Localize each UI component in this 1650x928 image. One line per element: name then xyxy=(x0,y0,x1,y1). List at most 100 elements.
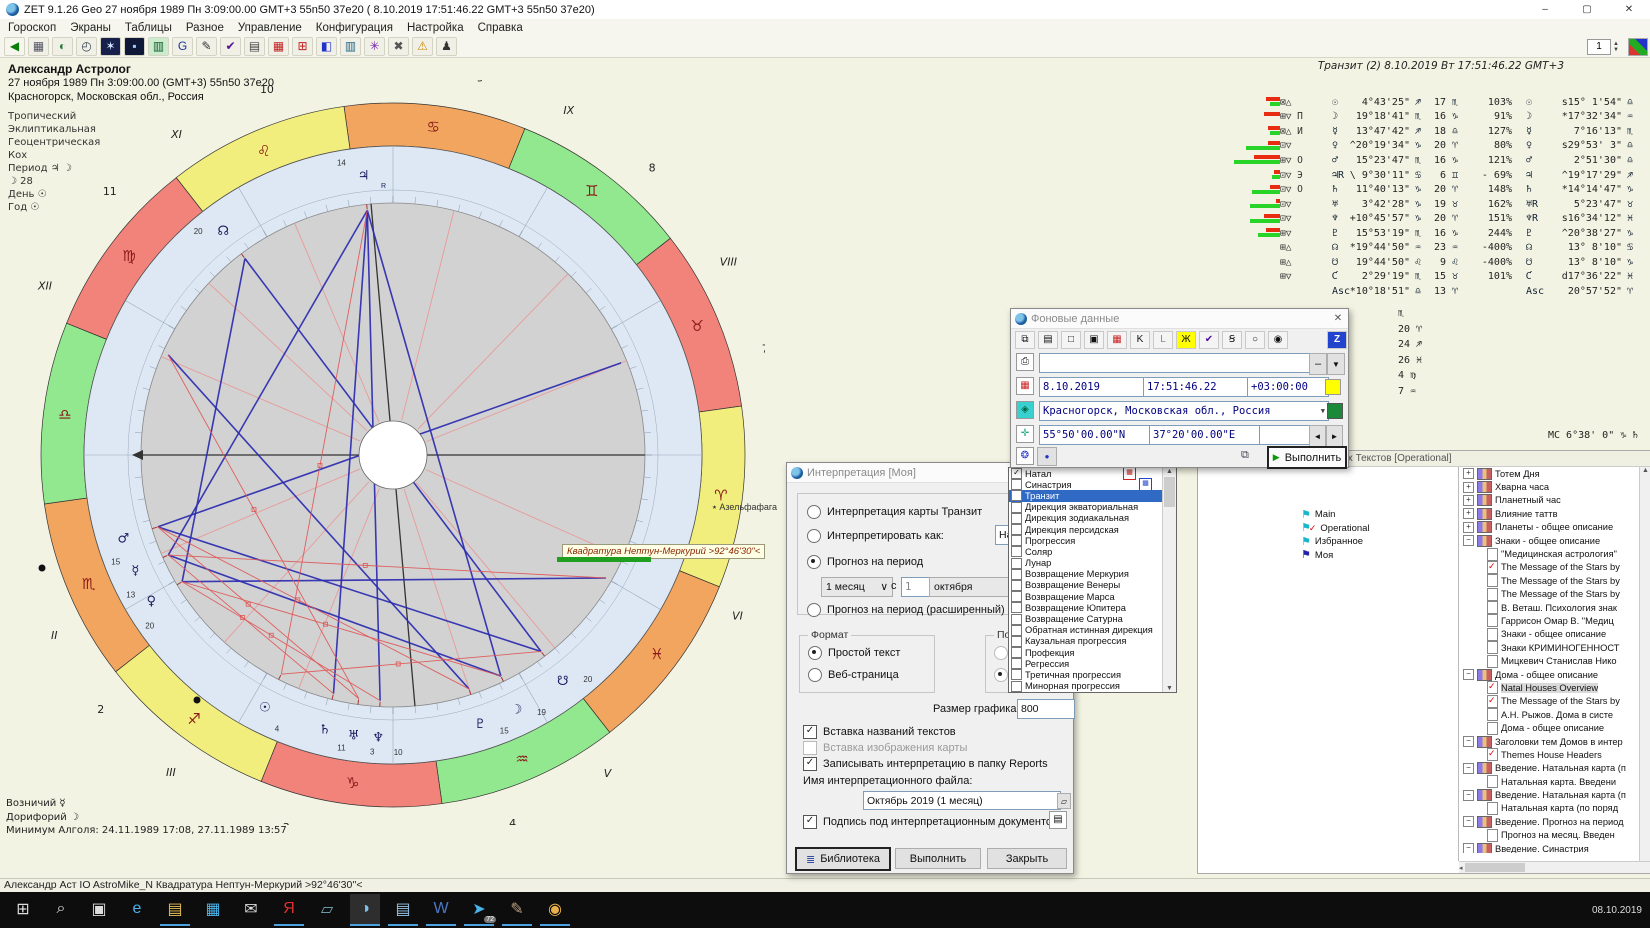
date-input[interactable]: 8.10.2019 xyxy=(1039,377,1147,397)
atom-icon[interactable]: ✳ xyxy=(364,37,385,56)
checkbox[interactable] xyxy=(1011,658,1022,669)
file-name-input[interactable]: Октябрь 2019 (1 месяц) xyxy=(863,791,1061,810)
collapse-icon[interactable]: − xyxy=(1463,535,1474,546)
menu-item-6[interactable]: Настройка xyxy=(407,22,464,34)
menu-item-0[interactable]: Гороскоп xyxy=(8,22,56,34)
tree-item-17[interactable]: The Message of the Stars by xyxy=(1459,695,1639,708)
library-group-main[interactable]: ⚑Main xyxy=(1301,509,1335,520)
period-day-input[interactable]: 1 xyxy=(901,577,931,597)
chevron-down-icon[interactable]: ▼ xyxy=(1327,353,1345,375)
daylight-indicator[interactable] xyxy=(1325,379,1341,395)
green-chart-icon[interactable]: ▥ xyxy=(148,37,169,56)
scroll-left-icon[interactable]: ◂ xyxy=(1459,864,1463,872)
small-circle-icon[interactable]: ○ xyxy=(1245,331,1265,349)
chart-type-5[interactable]: Дирекция персидская xyxy=(1009,524,1162,535)
checkbox[interactable] xyxy=(1011,546,1022,557)
scroll-down-icon[interactable]: ▼ xyxy=(1166,685,1173,692)
expand-icon[interactable]: + xyxy=(1463,522,1474,533)
collapse-icon[interactable]: − xyxy=(1463,816,1474,827)
timezone-input[interactable]: +03:00:00 xyxy=(1247,377,1329,397)
tree-item-18[interactable]: А.Н. Рыжов. Дома в систе xyxy=(1459,708,1639,721)
minimize-button[interactable]: – xyxy=(1524,0,1566,19)
word-icon[interactable]: W xyxy=(426,894,456,926)
scroll-up-icon[interactable]: ▲ xyxy=(1166,468,1173,475)
expand-icon[interactable]: + xyxy=(1463,508,1474,519)
event-combobox[interactable] xyxy=(1039,353,1313,373)
checkbox[interactable] xyxy=(1011,580,1022,591)
checkbox[interactable] xyxy=(1011,569,1022,580)
tree-item-20[interactable]: −Заголовки тем Домов в интер xyxy=(1459,735,1639,748)
tree-item-8[interactable]: The Message of the Stars by xyxy=(1459,574,1639,587)
close-icon[interactable]: ✕ xyxy=(1328,313,1348,324)
checkbox[interactable] xyxy=(1011,591,1022,602)
store-icon[interactable]: ▦ xyxy=(198,894,228,926)
expand-icon[interactable]: + xyxy=(1463,482,1474,493)
checkbox[interactable] xyxy=(1011,535,1022,546)
checkbox[interactable] xyxy=(1011,558,1022,569)
mail-icon[interactable]: ✉ xyxy=(236,894,266,926)
taskbar-clock[interactable]: 08.10.2019 xyxy=(1592,905,1642,916)
checkbox[interactable] xyxy=(1011,614,1022,625)
checkbox[interactable] xyxy=(1011,524,1022,535)
step-forward-button[interactable]: ► xyxy=(1326,425,1343,447)
chart-type-3[interactable]: Дирекция экваториальная xyxy=(1009,502,1162,513)
signature-doc-icon[interactable]: ▤ xyxy=(1049,811,1067,829)
tree-item-24[interactable]: −Введение. Натальная карта (п xyxy=(1459,788,1639,801)
warning-icon[interactable]: ⚠ xyxy=(412,37,433,56)
scroll-thumb[interactable] xyxy=(1465,863,1525,872)
chart-type-8[interactable]: Лунар xyxy=(1009,558,1162,569)
globe-icon[interactable]: ◐ xyxy=(52,37,73,56)
grid-blue-icon[interactable]: ▥ xyxy=(340,37,361,56)
library-groups-tree[interactable]: ⚑Main⚑✓Operational⚑Избранное⚑Моя xyxy=(1198,467,1459,861)
chart-type-4[interactable]: Дирекция зодиакальная xyxy=(1009,513,1162,524)
radio-format-plain[interactable]: Простой текст xyxy=(808,646,900,660)
chart-type-15[interactable]: Каузальная прогрессия xyxy=(1009,636,1162,647)
start-button[interactable]: ⊞ xyxy=(8,894,38,926)
task-view-icon[interactable]: ▣ xyxy=(84,894,114,926)
radio-format-web[interactable]: Веб-страница xyxy=(808,668,899,682)
z-button[interactable]: Z xyxy=(1327,331,1347,349)
tree-item-4[interactable]: +Планеты - общее описание xyxy=(1459,521,1639,534)
new-doc-icon[interactable]: □ xyxy=(1061,331,1081,349)
tree-item-2[interactable]: +Планетный час xyxy=(1459,494,1639,507)
event-list-icon[interactable]: ⎙ xyxy=(1016,353,1034,371)
chart-type-17[interactable]: Регрессия xyxy=(1009,658,1162,669)
chart-type-7[interactable]: Соляр xyxy=(1009,546,1162,557)
checkbox[interactable] xyxy=(1011,669,1022,680)
chart-type-16[interactable]: Профекция xyxy=(1009,647,1162,658)
red-grid-icon[interactable]: ▦ xyxy=(1107,331,1127,349)
place-combobox[interactable]: Красногорск, Московская обл., Россия▼ xyxy=(1039,401,1329,421)
library-horizontal-scrollbar[interactable]: ◂ xyxy=(1459,861,1650,873)
tree-item-19[interactable]: Дома - общее описание xyxy=(1459,721,1639,734)
tools-icon[interactable]: ✖ xyxy=(388,37,409,56)
tree-item-11[interactable]: Гаррисон Омар В. "Медиц xyxy=(1459,614,1639,627)
library-group-operational[interactable]: ⚑✓Operational xyxy=(1301,523,1370,534)
run-button[interactable]: Выполнить xyxy=(895,848,981,869)
expand-icon[interactable]: + xyxy=(1463,495,1474,506)
coordinates-icon[interactable]: ✛ xyxy=(1016,425,1034,443)
search-icon[interactable]: ⌕ xyxy=(46,894,76,926)
s-icon[interactable]: Ꞩ xyxy=(1222,331,1242,349)
tree-item-21[interactable]: Themes House Headers xyxy=(1459,748,1639,761)
copy-edit-icon[interactable]: ✎ xyxy=(196,37,217,56)
execute-button[interactable]: ▶ Выполнить xyxy=(1267,446,1347,469)
sky-icon[interactable]: ▪ xyxy=(124,37,145,56)
tree-item-5[interactable]: −Знаки - общее описание xyxy=(1459,534,1639,547)
library-group-моя[interactable]: ⚑Моя xyxy=(1301,550,1333,561)
chart-type-2[interactable]: ✓Транзит xyxy=(1009,490,1162,501)
chart-type-18[interactable]: Третичная прогрессия xyxy=(1009,669,1162,680)
starmap-icon[interactable]: ✶ xyxy=(100,37,121,56)
menu-item-5[interactable]: Конфигурация xyxy=(316,22,393,34)
paste-icon[interactable]: ▤ xyxy=(1038,331,1058,349)
menu-item-4[interactable]: Управление xyxy=(238,22,302,34)
collapse-icon[interactable]: − xyxy=(1463,669,1474,680)
person-icon[interactable]: ♟ xyxy=(436,37,457,56)
explorer-icon[interactable]: ▤ xyxy=(160,894,190,926)
zet-icon[interactable]: ◑ xyxy=(350,894,380,926)
tree-item-1[interactable]: +Хварна часа xyxy=(1459,480,1639,493)
wand-icon[interactable]: ✔ xyxy=(220,37,241,56)
doc-arrow-icon[interactable]: ▤ xyxy=(244,37,265,56)
doc-blue-icon[interactable]: ▱ xyxy=(312,894,342,926)
background-dialog-titlebar[interactable]: Фоновые данные ✕ xyxy=(1011,309,1348,329)
chart-type-9[interactable]: Возвращение Меркурия xyxy=(1009,569,1162,580)
